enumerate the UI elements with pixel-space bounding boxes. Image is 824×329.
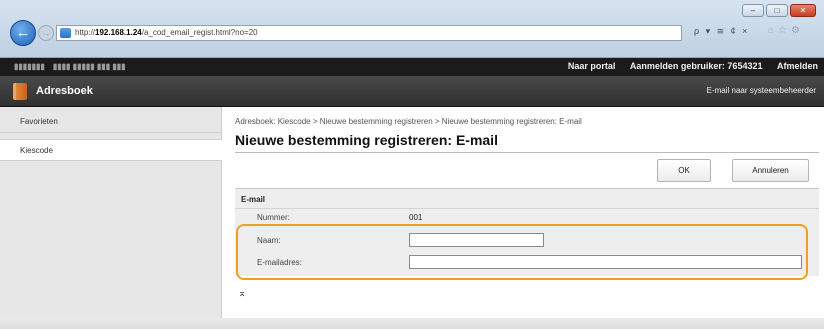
section-divider [235, 208, 819, 209]
login-user-link[interactable]: Aanmelden gebruiker: 7654321 [630, 61, 763, 71]
device-info: ▮▮▮▮▮▮▮ ▮▮▮▮ ▮▮▮▮▮ ▮▮▮ ▮▮▮ [14, 62, 126, 71]
logout-link[interactable]: Afmelden [777, 61, 818, 71]
cancel-button[interactable]: Annuleren [732, 159, 809, 182]
forward-button[interactable]: → [38, 25, 54, 41]
section-title: E-mail [241, 195, 266, 204]
star-icon[interactable]: ☆ [778, 25, 787, 36]
sidebar: Favorieten Kiescode [0, 107, 222, 329]
home-icon[interactable]: ⌂ [768, 25, 774, 36]
number-label: Nummer: [257, 213, 290, 222]
breadcrumb: Adresboek: Kiescode > Nieuwe bestemming … [235, 117, 582, 126]
ok-button[interactable]: OK [657, 159, 711, 182]
app-title: Adresboek [36, 85, 93, 97]
main-content: Adresboek: Kiescode > Nieuwe bestemming … [222, 107, 824, 329]
window-controls: – □ ✕ [742, 4, 816, 17]
title-divider [235, 152, 819, 153]
page-icon [60, 28, 71, 38]
top-bar-links: Naar portal Aanmelden gebruiker: 7654321… [556, 61, 818, 71]
minimize-button[interactable]: – [742, 4, 764, 17]
maximize-button[interactable]: □ [766, 4, 788, 17]
top-bar: ▮▮▮▮▮▮▮ ▮▮▮▮ ▮▮▮▮▮ ▮▮▮ ▮▮▮ Naar portal Aa… [0, 58, 824, 76]
footer [0, 318, 824, 329]
app-header: Adresboek E-mail naar systeembeheerder [0, 76, 824, 107]
address-book-icon [13, 83, 27, 100]
scroll-top-link[interactable]: ⌅ [238, 288, 246, 299]
back-button[interactable]: ← [10, 20, 36, 46]
sidebar-item-favorites[interactable]: Favorieten [0, 111, 222, 133]
portal-link[interactable]: Naar portal [568, 61, 616, 71]
page-title: Nieuwe bestemming registreren: E-mail [235, 132, 498, 148]
address-url: http://192.168.1.24/a_cod_email_regist.h… [75, 28, 258, 37]
browser-chrome: – □ ✕ ← → http://192.168.1.24/a_cod_emai… [0, 0, 824, 58]
close-button[interactable]: ✕ [790, 4, 816, 17]
email-admin-link[interactable]: E-mail naar systeembeheerder [707, 86, 816, 95]
highlight-frame [236, 224, 808, 280]
address-tools[interactable]: ρ ▾ ≅ ¢ × [694, 26, 749, 37]
gear-icon[interactable]: ⚙ [791, 25, 800, 36]
browser-toolbar-icons: ⌂ ☆ ⚙ [768, 25, 800, 36]
number-value: 001 [409, 213, 423, 222]
sidebar-item-kiescode[interactable]: Kiescode [0, 139, 222, 161]
address-bar[interactable]: http://192.168.1.24/a_cod_email_regist.h… [56, 25, 682, 41]
